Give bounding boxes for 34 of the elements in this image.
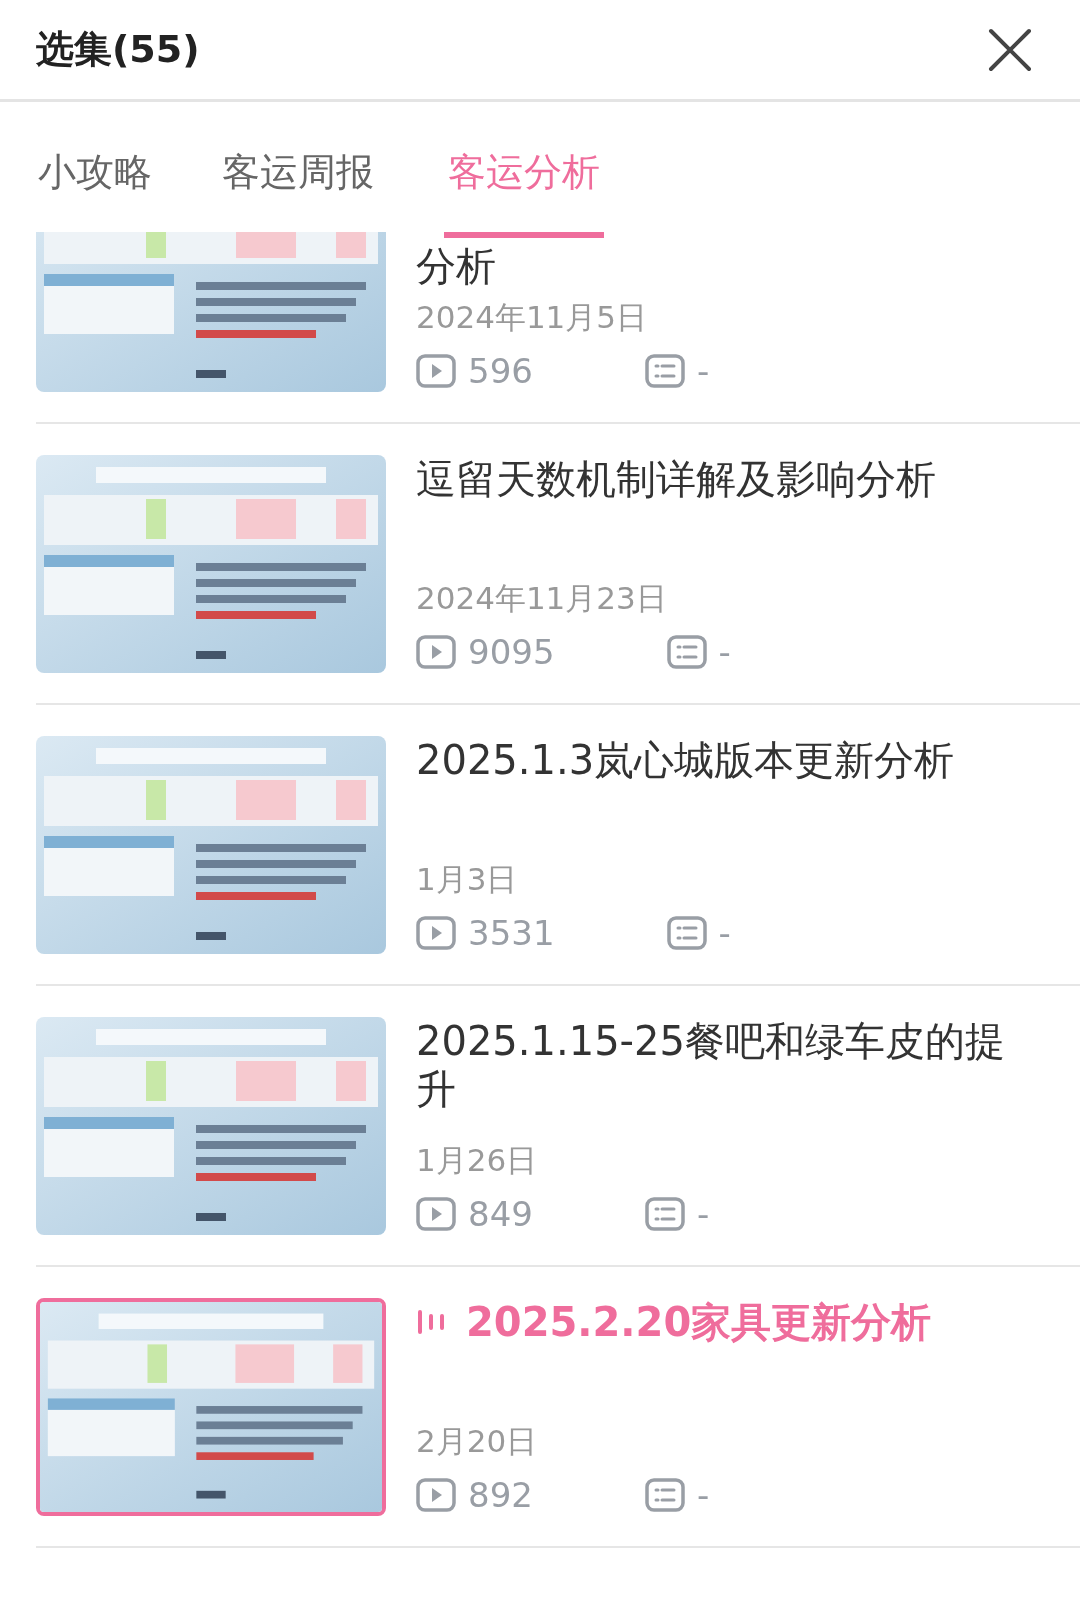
panel-title: 选集(55): [36, 26, 200, 73]
episode-title[interactable]: 2025.1.15-25餐吧和绿车皮的提升: [416, 1017, 1020, 1113]
episode-date: 2月20日: [416, 1422, 539, 1461]
playing-icon: [416, 1310, 446, 1334]
comment-count: -: [718, 913, 731, 953]
episode-date: 1月26日: [416, 1141, 539, 1180]
comment-list-icon: [666, 635, 707, 669]
episode-date: 1月3日: [416, 860, 519, 899]
play-icon: [416, 1197, 456, 1231]
comment-list-icon: [644, 1478, 685, 1512]
comment-count: -: [696, 351, 710, 391]
play-icon: [416, 916, 456, 950]
tab[interactable]: 小攻略: [38, 142, 152, 202]
comment-count: -: [718, 632, 731, 672]
episode-title[interactable]: 逗留天数机制详解及影响分析: [416, 455, 936, 503]
play-count: 892: [468, 1475, 533, 1515]
comment-list-icon: [644, 1197, 685, 1231]
tab[interactable]: 客运周报: [222, 142, 374, 202]
episode-date: 2024年11月5日: [416, 298, 649, 337]
play-count: 9095: [468, 632, 555, 672]
comment-count: -: [696, 1194, 710, 1234]
play-icon: [416, 1478, 456, 1512]
episode-title[interactable]: 2025.1.3岚心城版本更新分析: [416, 736, 955, 784]
close-icon[interactable]: [988, 27, 1032, 72]
play-count: 3531: [468, 913, 555, 953]
play-icon: [416, 635, 456, 669]
comment-list-icon: [644, 354, 685, 388]
comment-list-icon: [666, 916, 707, 950]
play-icon: [416, 354, 456, 388]
episode-title[interactable]: 分析: [416, 242, 496, 290]
comment-count: -: [696, 1475, 710, 1515]
episode-date: 2024年11月23日: [416, 579, 668, 618]
play-count: 849: [468, 1194, 533, 1234]
play-count: 596: [468, 351, 533, 391]
